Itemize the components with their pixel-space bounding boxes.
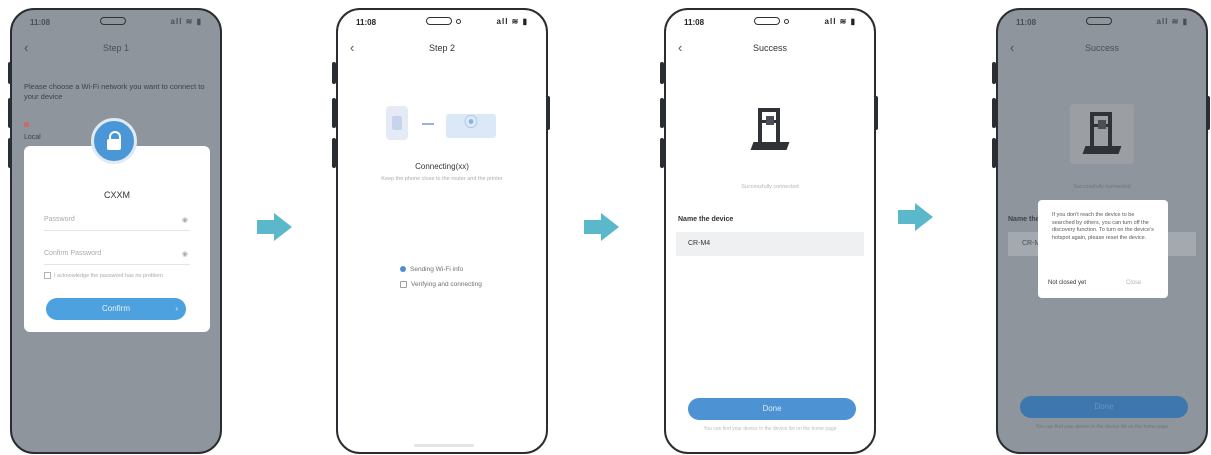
3d-printer-icon (750, 108, 790, 154)
status-time: 11:08 (684, 18, 705, 27)
status-pill (1086, 17, 1112, 25)
page-title: Success (752, 43, 787, 53)
status-bar: 11:08 all ≋ ▮ (998, 10, 1206, 32)
signal-wifi-battery-icon: all ≋ ▮ (170, 17, 202, 26)
status-time: 11:08 (30, 18, 51, 27)
status-dot-icon (456, 19, 461, 24)
checkbox-icon[interactable] (44, 272, 51, 279)
acknowledge-checkbox[interactable]: I acknowledge the password has no proble… (44, 272, 164, 280)
status-pill (754, 17, 780, 25)
device-thumbnail (1070, 104, 1134, 164)
status-bar: 11:08 all ≋ ▮ (338, 10, 546, 32)
confirm-password-placeholder: Confirm Password (44, 250, 102, 257)
phone-success: 11:08 all ≋ ▮ ‹ Success Successfully con… (664, 8, 876, 454)
password-field[interactable]: Password ◉ (44, 216, 190, 231)
phone-step2: 11:08 all ≋ ▮ ‹ Step 2 Connecting(xx) Ke… (336, 8, 548, 454)
phone-to-router-illustration (378, 106, 508, 142)
password-modal: CXXM Password ◉ Confirm Password ◉ I ack… (24, 146, 210, 332)
device-name-input[interactable]: CR-M4 (676, 232, 864, 256)
connecting-title: Connecting(xx) (415, 162, 469, 171)
not-closed-button[interactable]: Not closed yet (1048, 280, 1086, 286)
status-time: 11:08 (1016, 18, 1037, 27)
phone-success-dialog: 11:08 all ≋ ▮ ‹ Success Successfully con… (996, 8, 1208, 454)
status-pill (100, 17, 126, 25)
confirm-label: Confirm (101, 304, 130, 313)
confirm-password-field[interactable]: Confirm Password ◉ (44, 250, 190, 265)
checkbox-label: I acknowledge the password has no proble… (54, 272, 163, 279)
page-title: Step 1 (102, 43, 130, 53)
connection-line (422, 123, 434, 125)
dialog-message: If you don't reach the device to be sear… (1052, 212, 1154, 241)
phone-step1: 11:08 all ≋ ▮ ‹ Step 1 Please choose a W… (10, 8, 222, 454)
password-placeholder: Password (44, 216, 75, 223)
device-caption: Successfully connected (1073, 184, 1131, 190)
status-pill (426, 17, 452, 25)
smartphone-icon (386, 106, 408, 140)
foot-note: You can find your device in the device l… (703, 426, 837, 432)
signal-wifi-battery-icon: all ≋ ▮ (1156, 17, 1188, 26)
ssid-label: Local (24, 134, 41, 141)
eye-icon[interactable]: ◉ (182, 216, 188, 224)
wifi-instruction: Please choose a Wi-Fi network you want t… (24, 82, 205, 101)
step-done-icon (400, 266, 406, 273)
router-wifi-icon (446, 112, 496, 138)
modal-title: CXXM (103, 190, 130, 200)
step-pending-icon (400, 281, 407, 288)
step-label: Verifying and connecting (411, 281, 482, 289)
lock-icon (91, 118, 137, 164)
chevron-right-icon: › (175, 304, 178, 313)
status-dot-icon (784, 19, 789, 24)
warning-marker-icon (24, 122, 29, 127)
3d-printer-icon (1082, 112, 1122, 158)
status-time: 11:08 (356, 18, 377, 27)
eye-icon[interactable]: ◉ (182, 250, 188, 258)
close-button[interactable]: Close (1126, 280, 1141, 286)
step-verifying: Verifying and connecting (400, 281, 482, 288)
foot-note: You can find your device in the device l… (1035, 424, 1169, 430)
signal-wifi-battery-icon: all ≋ ▮ (496, 17, 528, 26)
confirm-button[interactable]: Confirm › (46, 298, 186, 320)
page-title: Success (1084, 43, 1119, 53)
done-button[interactable]: Done (688, 398, 856, 420)
status-bar: 11:08 all ≋ ▮ (12, 10, 220, 32)
discovery-dialog: If you don't reach the device to be sear… (1038, 200, 1168, 298)
step-sending-wifi: Sending Wi-Fi info (400, 266, 463, 273)
status-bar: 11:08 all ≋ ▮ (666, 10, 874, 32)
device-caption: Successfully connected (741, 184, 799, 190)
signal-wifi-battery-icon: all ≋ ▮ (824, 17, 856, 26)
home-indicator (414, 444, 474, 447)
done-button[interactable]: Done (1020, 396, 1188, 418)
name-device-label: Name the device (678, 216, 734, 223)
connecting-subtitle: Keep the phone close to the router and t… (381, 176, 503, 182)
step-label: Sending Wi-Fi info (410, 266, 464, 273)
page-title: Step 2 (428, 43, 456, 53)
